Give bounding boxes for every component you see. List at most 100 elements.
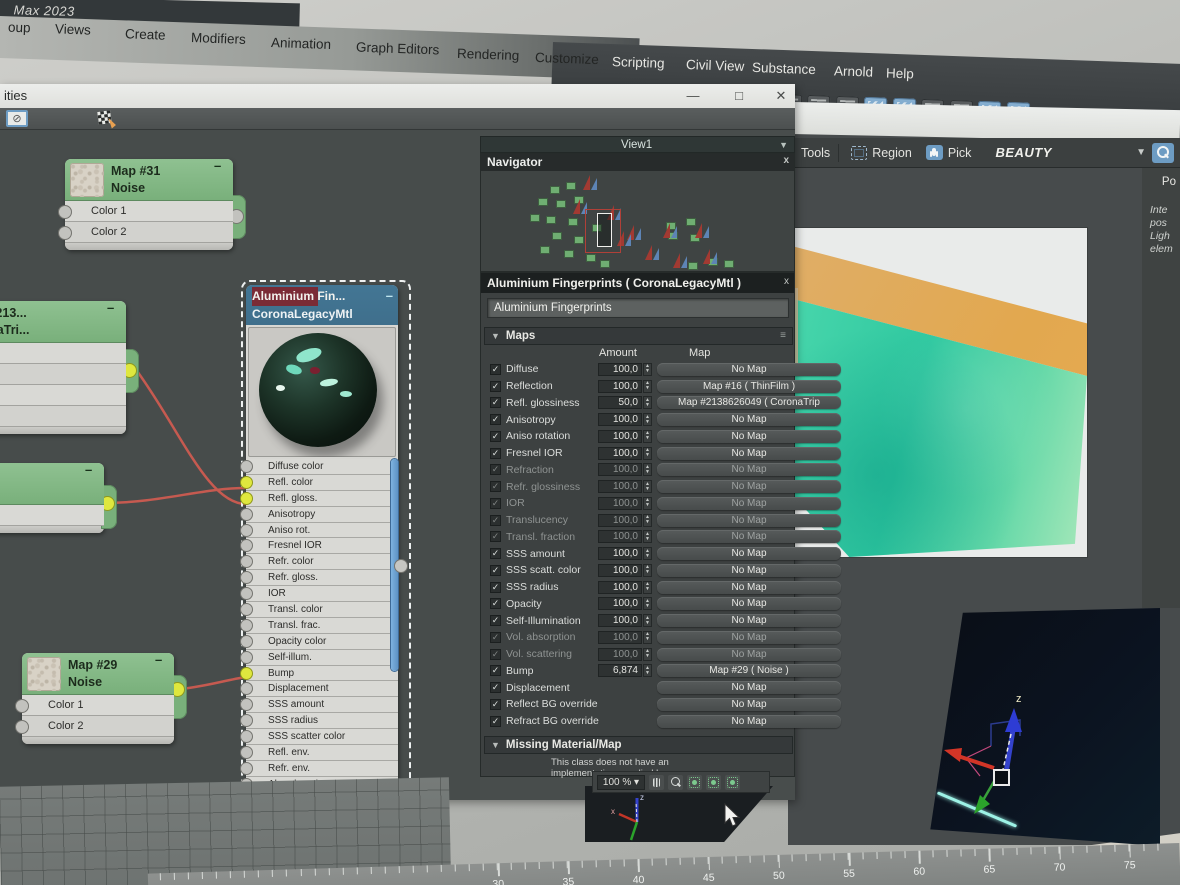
render-pass-dropdown[interactable]: BEAUTY: [981, 145, 1130, 160]
material-input-slot[interactable]: Refl. env.: [240, 745, 398, 761]
map-slot-button[interactable]: No Map: [657, 547, 841, 561]
amount-field[interactable]: 100,0: [598, 563, 642, 577]
map-slot-button[interactable]: No Map: [657, 480, 841, 494]
menu-item-scripting[interactable]: Scripting: [612, 54, 665, 71]
checkbox[interactable]: ✓: [490, 631, 501, 643]
checkbox[interactable]: ✓: [490, 665, 501, 677]
transform-gizmo[interactable]: z: [936, 678, 1066, 828]
material-input-slot[interactable]: Transl. color: [240, 602, 398, 618]
chevron-down-icon[interactable]: ▼: [779, 140, 788, 150]
node-resize-grip[interactable]: [65, 243, 233, 250]
map-slot-button[interactable]: No Map: [657, 580, 841, 594]
slate-titlebar[interactable]: ities — □ ✕: [0, 84, 795, 108]
checkbox[interactable]: ✓: [490, 481, 501, 493]
checkbox[interactable]: ✓: [490, 615, 501, 627]
checkbox[interactable]: ✓: [490, 548, 501, 560]
node-resize-grip[interactable]: [0, 427, 126, 434]
checkbox[interactable]: ✓: [490, 648, 501, 660]
amount-field[interactable]: 100,0: [598, 463, 642, 477]
menu-item-modifiers[interactable]: Modifiers: [191, 30, 246, 47]
amount-field[interactable]: 100,0: [598, 429, 642, 443]
material-input-slot[interactable]: Refl. gloss.: [240, 490, 398, 507]
amount-field[interactable]: 100,0: [598, 513, 642, 527]
node-map16[interactable]: p #16 nFilm – sMap: [0, 463, 117, 533]
map-slot-button[interactable]: No Map: [657, 630, 841, 644]
close-button[interactable]: ✕: [764, 86, 798, 106]
spinner[interactable]: ▲ ▼: [643, 446, 652, 460]
pick-button[interactable]: Pick: [922, 143, 976, 162]
input-socket[interactable]: [240, 682, 253, 696]
amount-field[interactable]: 100,0: [598, 446, 642, 460]
material-input-slot[interactable]: Fresnel IOR: [240, 538, 398, 555]
input-socket[interactable]: [240, 460, 253, 473]
rollout-menu-icon[interactable]: ≡: [780, 330, 786, 341]
pan-hand-icon[interactable]: [649, 774, 664, 790]
map-slot-button[interactable]: No Map: [657, 647, 841, 661]
amount-field[interactable]: 100,0: [598, 379, 642, 393]
input-socket[interactable]: [240, 539, 253, 553]
spinner[interactable]: ▲ ▼: [643, 630, 652, 644]
material-input-slot[interactable]: Anisotropy: [240, 506, 398, 523]
map-slot-button[interactable]: No Map: [657, 614, 841, 628]
material-input-slot[interactable]: Aniso rot.: [240, 522, 398, 539]
input-socket[interactable]: [240, 603, 253, 617]
maps-rollout-header[interactable]: ▼ Maps ≡: [484, 327, 793, 345]
map-slot-button[interactable]: No Map: [657, 429, 841, 443]
amount-field[interactable]: 100,0: [598, 580, 642, 594]
spinner[interactable]: ▲ ▼: [643, 429, 652, 443]
collapse-icon[interactable]: –: [85, 463, 98, 476]
map-slot-button[interactable]: Map #29 ( Noise ): [657, 664, 841, 678]
menu-item-views[interactable]: Views: [55, 21, 91, 37]
menu-item-oup[interactable]: oup: [8, 20, 31, 36]
input-socket[interactable]: [240, 698, 253, 712]
material-picker-icon[interactable]: ⊘: [6, 110, 28, 127]
spinner[interactable]: ▲ ▼: [643, 647, 652, 661]
input-socket[interactable]: [240, 634, 253, 648]
zoom-level-dropdown[interactable]: 100 % ▾: [597, 774, 645, 790]
material-input-slot[interactable]: Refr. gloss.: [240, 570, 398, 587]
close-icon[interactable]: x: [784, 276, 789, 287]
spinner[interactable]: ▲ ▼: [643, 396, 652, 410]
node-map29[interactable]: Map #29 Noise – Color 1 Color 2: [15, 653, 187, 744]
map-slot-button[interactable]: No Map: [657, 714, 841, 728]
checkbox[interactable]: ✓: [490, 598, 501, 610]
node-input-slot[interactable]: [0, 343, 126, 364]
amount-field[interactable]: 100,0: [598, 614, 642, 628]
checkbox[interactable]: ✓: [490, 363, 501, 375]
menu-item-civil-view[interactable]: Civil View: [686, 57, 745, 74]
material-input-slot[interactable]: Refr. color: [240, 554, 398, 571]
map-slot-button[interactable]: No Map: [657, 496, 841, 510]
input-socket[interactable]: [240, 730, 253, 744]
zoom-tool-icon[interactable]: [668, 774, 683, 790]
checkbox[interactable]: ✓: [490, 414, 501, 426]
input-socket-connected[interactable]: [240, 666, 253, 680]
map-slot-button[interactable]: No Map: [657, 563, 841, 577]
menu-item-graph-editors[interactable]: Graph Editors: [356, 40, 440, 58]
material-input-slot[interactable]: SSS scatter color: [240, 729, 398, 746]
input-socket-connected[interactable]: [240, 475, 253, 489]
missing-material-rollout-header[interactable]: ▼ Missing Material/Map: [484, 736, 793, 754]
region-button[interactable]: Region: [847, 144, 916, 162]
node-material-aluminium[interactable]: Aluminium Fin... CoronaLegacyMtl – Diffu…: [240, 285, 408, 800]
spinner[interactable]: ▲ ▼: [643, 563, 652, 577]
material-input-slot[interactable]: Refl. color: [240, 474, 398, 491]
perspective-viewport[interactable]: z: [930, 608, 1160, 846]
input-socket[interactable]: [240, 618, 253, 632]
map-slot-button[interactable]: No Map: [657, 681, 841, 695]
map-slot-button[interactable]: Map #2138626049 ( CoronaTrip: [657, 396, 841, 410]
spinner[interactable]: ▲ ▼: [643, 547, 652, 561]
node-input-slot[interactable]: Color 1: [15, 695, 174, 716]
input-socket[interactable]: [58, 204, 72, 219]
input-socket[interactable]: [240, 650, 253, 664]
material-input-slot[interactable]: SSS radius: [240, 713, 398, 730]
checkbox[interactable]: ✓: [490, 514, 501, 526]
checkbox[interactable]: ✓: [490, 698, 501, 710]
spinner[interactable]: ▲ ▼: [643, 513, 652, 527]
spinner[interactable]: ▲ ▼: [643, 496, 652, 510]
input-socket[interactable]: [240, 746, 253, 760]
map-slot-button[interactable]: No Map: [657, 697, 841, 711]
input-socket[interactable]: [240, 523, 253, 537]
amount-field[interactable]: 100,0: [598, 547, 642, 561]
input-socket[interactable]: [240, 587, 253, 601]
amount-field[interactable]: 100,0: [598, 496, 642, 510]
